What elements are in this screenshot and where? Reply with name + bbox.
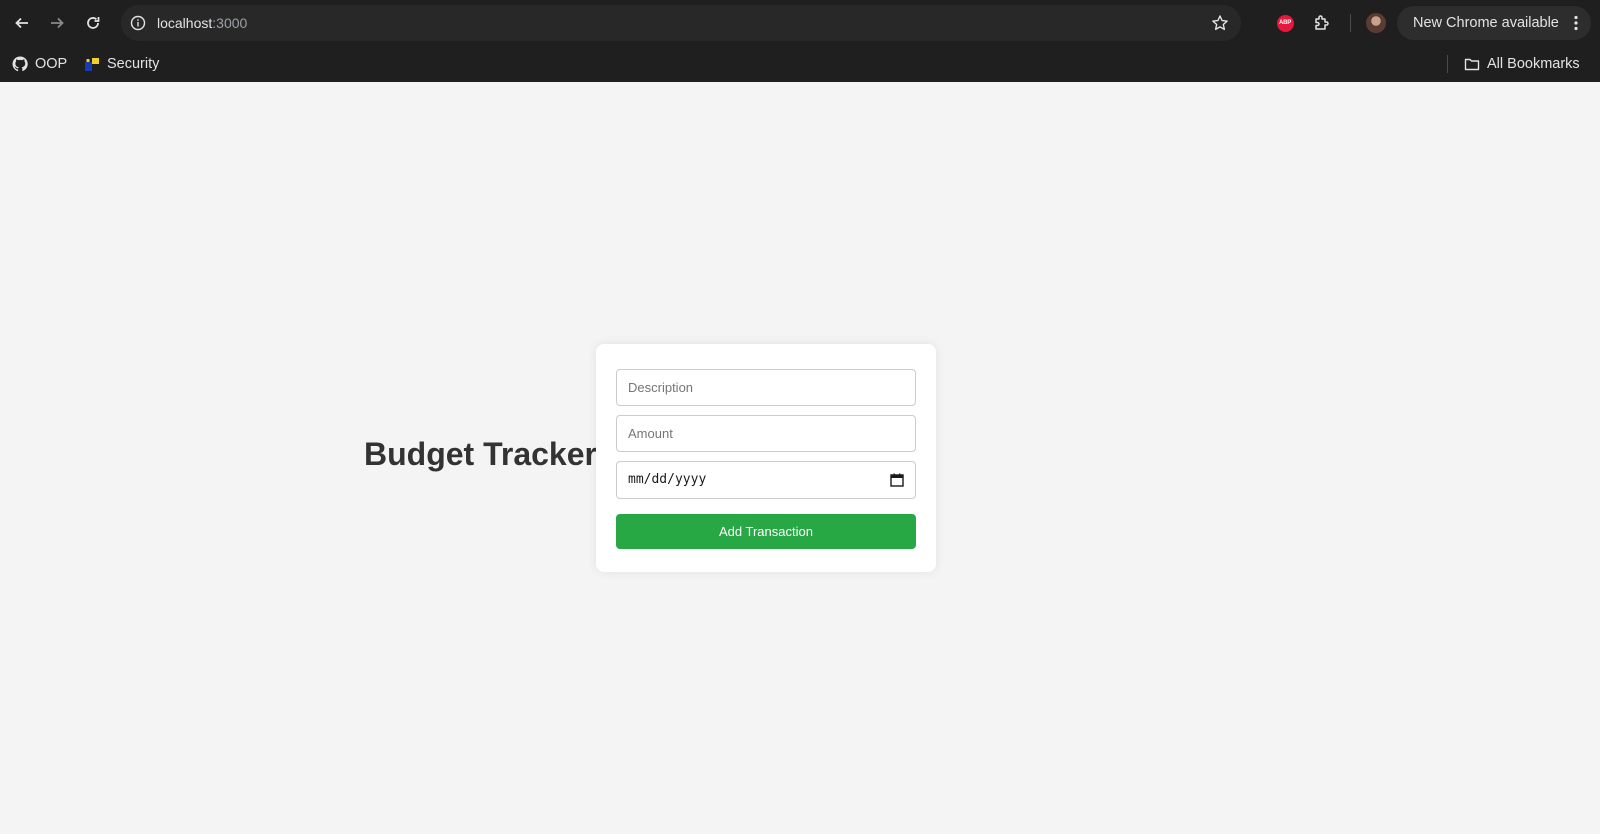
- calendar-icon[interactable]: [890, 473, 904, 487]
- more-vert-icon[interactable]: [1573, 15, 1579, 31]
- amount-input[interactable]: [616, 415, 916, 452]
- toolbar-divider: [1350, 14, 1351, 32]
- page-title: Budget Tracker: [364, 436, 597, 472]
- puzzle-icon: [1315, 15, 1329, 30]
- bookmark-label: OOP: [35, 56, 68, 72]
- transaction-form-card: mm/dd/yyyy Add Transaction: [596, 344, 936, 572]
- profile-avatar[interactable]: [1366, 13, 1386, 33]
- site-info-icon[interactable]: [129, 14, 147, 32]
- chrome-update-label: New Chrome available: [1413, 15, 1559, 31]
- adblock-extension-button[interactable]: ABP: [1273, 11, 1297, 35]
- adblock-icon: ABP: [1276, 14, 1294, 32]
- arrow-left-icon: [15, 17, 28, 29]
- page-viewport: Budget Tracker mm/dd/yyyy Add Transactio…: [0, 82, 1600, 834]
- all-bookmarks-label: All Bookmarks: [1487, 56, 1580, 72]
- bookmark-security[interactable]: Security: [84, 54, 159, 74]
- date-placeholder: mm/dd/yyyy: [628, 472, 707, 487]
- bookmark-star-icon[interactable]: [1211, 14, 1229, 32]
- back-button[interactable]: [8, 9, 36, 37]
- arrow-right-icon: [51, 17, 64, 29]
- address-bar[interactable]: localhost:3000: [121, 5, 1241, 41]
- bookmarks-bar: OOP Security All Bookmarks: [0, 46, 1600, 83]
- github-icon: [12, 56, 28, 72]
- reload-button[interactable]: [79, 9, 107, 37]
- bookmark-oop[interactable]: OOP: [12, 54, 67, 74]
- all-bookmarks-button[interactable]: All Bookmarks: [1464, 54, 1580, 74]
- url-host: localhost: [157, 15, 213, 31]
- browser-toolbar: localhost:3000 ABP New Chrome available: [0, 0, 1600, 46]
- date-input[interactable]: mm/dd/yyyy: [616, 461, 916, 499]
- bookmarks-divider: [1447, 55, 1448, 73]
- folder-icon: [1464, 56, 1480, 72]
- url-text: localhost:3000: [157, 14, 247, 32]
- description-input[interactable]: [616, 369, 916, 406]
- bookmark-label: Security: [107, 56, 160, 72]
- url-port: :3000: [212, 15, 248, 31]
- add-transaction-button[interactable]: Add Transaction: [616, 514, 916, 549]
- extensions-button[interactable]: [1310, 11, 1334, 35]
- chrome-update-button[interactable]: New Chrome available: [1397, 6, 1591, 40]
- security-favicon-icon: [84, 56, 100, 72]
- forward-button[interactable]: [43, 9, 71, 37]
- reload-icon: [87, 17, 100, 29]
